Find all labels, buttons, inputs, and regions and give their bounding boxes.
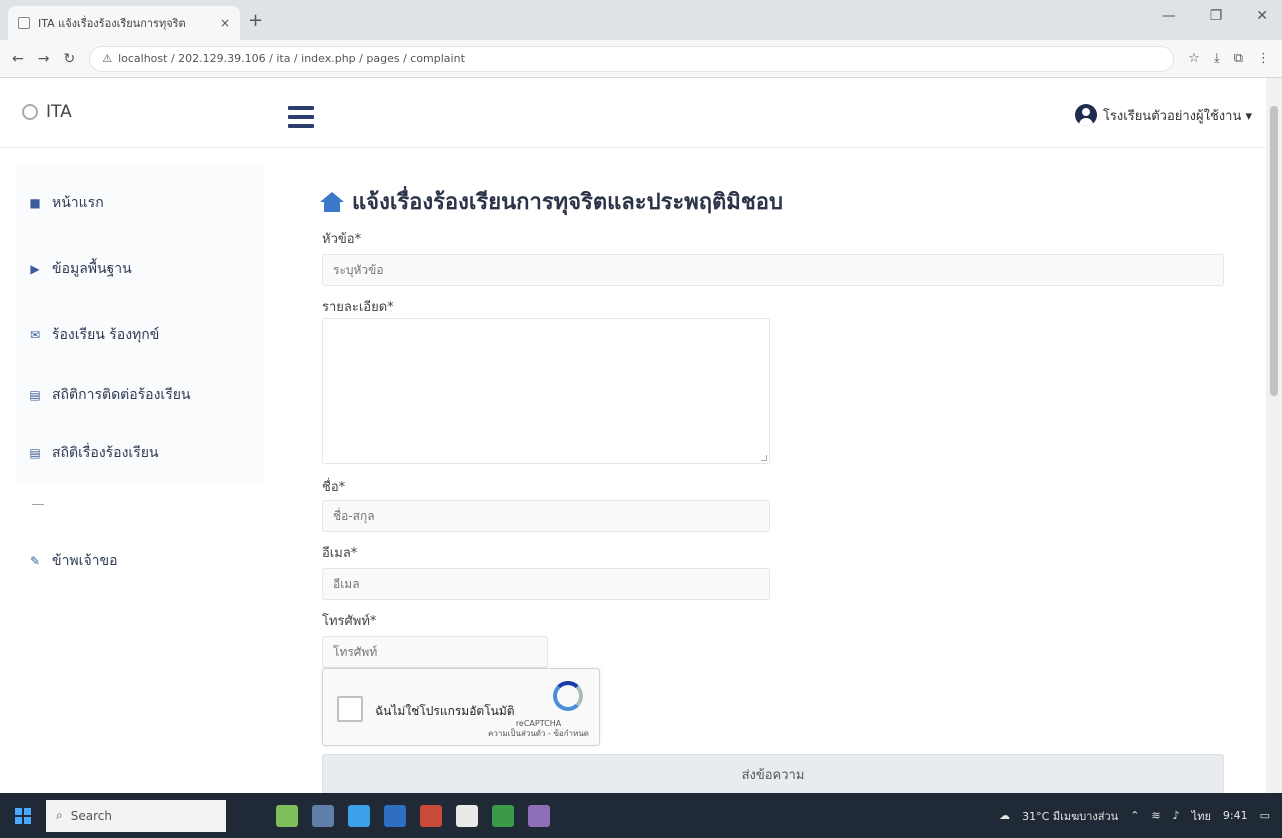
close-tab-icon[interactable]: ×	[220, 16, 230, 30]
clock[interactable]: 9:41	[1223, 809, 1248, 822]
taskbar-apps	[276, 804, 550, 827]
brand[interactable]: ITA	[22, 102, 72, 122]
sidebar-item-label: สถิติเรื่องร้องเรียน	[52, 445, 159, 461]
forward-icon[interactable]: →	[38, 51, 50, 67]
sidebar-item-complaint-stats[interactable]: ▤ สถิติเรื่องร้องเรียน	[28, 442, 159, 464]
subject-label: หัวข้อ*	[322, 232, 362, 247]
phone-input[interactable]	[322, 636, 548, 668]
chrome-browser-icon[interactable]	[456, 804, 478, 827]
file-explorer-icon[interactable]	[384, 804, 406, 827]
sidebar-item-complaints[interactable]: ✉ ร้องเรียน ร้องทุกข์	[28, 324, 159, 346]
taskbar-search[interactable]: ⌕ Search	[46, 799, 226, 832]
chart-icon: ▤	[29, 446, 41, 460]
folder-icon: ▶	[30, 262, 40, 276]
email-input[interactable]	[322, 568, 770, 600]
insecure-warning-icon[interactable]: ⚠	[102, 52, 112, 65]
sidebar-item-label: ข้าพเจ้าขอ	[52, 553, 118, 569]
email-label: อีเมล*	[322, 546, 358, 561]
user-name: โรงเรียนตัวอย่างผู้ใช้งาน ▾	[1102, 108, 1252, 124]
sidebar-divider	[32, 504, 44, 505]
detail-textarea[interactable]	[322, 318, 770, 464]
page-title-text: แจ้งเรื่องร้องเรียนการทุจริตและประพฤติมิ…	[352, 190, 783, 215]
reload-icon[interactable]: ↻	[63, 51, 75, 67]
main-content: แจ้งเรื่องร้องเรียนการทุจริตและประพฤติมิ…	[268, 148, 1266, 794]
volume-icon[interactable]: ♪	[1173, 809, 1180, 822]
edge-browser-icon[interactable]	[348, 804, 370, 827]
sidebar-toggle-hamburger-icon[interactable]	[288, 106, 314, 128]
sidebar-item-request[interactable]: ✎ ข้าพเจ้าขอ	[28, 550, 118, 572]
recaptcha-brand-name: reCAPTCHA	[515, 719, 562, 728]
weather-icon[interactable]: ☁	[999, 809, 1010, 822]
recaptcha-terms-link[interactable]: ความเป็นส่วนตัว - ข้อกำหนด	[488, 729, 589, 739]
sidebar-item-home[interactable]: ■ หน้าแรก	[28, 192, 104, 214]
system-tray: ☁ 31°C มีเมฆบางส่วน ⌃ ≋ ♪ ไทย 9:41 ▭	[999, 807, 1282, 825]
app-header: ITA โรงเรียนตัวอย่างผู้ใช้งาน ▾	[0, 78, 1266, 148]
bookmark-star-icon[interactable]: ☆	[1188, 51, 1200, 66]
scrollbar-thumb[interactable]	[1270, 106, 1278, 396]
home-icon	[320, 191, 344, 212]
download-icon[interactable]: ⤓	[1214, 51, 1220, 66]
chevron-up-icon[interactable]: ⌃	[1130, 809, 1139, 822]
user-menu[interactable]: โรงเรียนตัวอย่างผู้ใช้งาน ▾	[1074, 104, 1252, 126]
browser-tab[interactable]: ITA แจ้งเรื่องร้องเรียนการทุจริต ×	[8, 6, 240, 40]
resize-handle-icon[interactable]	[761, 455, 767, 461]
input-language[interactable]: ไทย	[1192, 807, 1211, 825]
wifi-icon[interactable]: ≋	[1151, 809, 1160, 822]
brand-name: ITA	[46, 102, 72, 122]
favicon-icon	[18, 17, 30, 29]
toolbar-actions: ☆ ⤓ ⧉ ⋮	[1188, 51, 1270, 66]
name-label: ชื่อ*	[322, 480, 346, 495]
chart-icon: ▤	[29, 388, 41, 402]
taskbar-search-placeholder: Search	[70, 808, 112, 823]
sidebar-item-label: ร้องเรียน ร้องทุกข์	[52, 327, 160, 343]
app-icon[interactable]	[528, 804, 550, 827]
widgets-icon[interactable]	[276, 804, 298, 827]
line-app-icon[interactable]	[492, 804, 514, 827]
home-icon: ■	[29, 196, 41, 210]
bullhorn-icon: ✉	[29, 328, 41, 342]
recaptcha-brand: reCAPTCHA ความเป็นส่วนตัว - ข้อกำหนด	[488, 719, 589, 740]
page-scrollbar[interactable]	[1266, 78, 1282, 793]
page-title: แจ้งเรื่องร้องเรียนการทุจริตและประพฤติมิ…	[320, 184, 783, 219]
address-url: localhost / 202.129.39.106 / ita / index…	[118, 52, 465, 65]
submit-button[interactable]: ส่งข้อความ	[322, 754, 1224, 794]
windows-logo-icon	[15, 807, 31, 824]
key-icon: ✎	[29, 554, 41, 568]
sidebar-item-label: สถิติการติดต่อร้องเรียน	[52, 387, 191, 403]
browser-menu-icon[interactable]: ⋮	[1257, 51, 1270, 66]
sidebar: ■ หน้าแรก ▶ ข้อมูลพื้นฐาน ✉ ร้องเรียน ร้…	[0, 148, 268, 793]
detail-label: รายละเอียด*	[322, 300, 394, 315]
recaptcha-widget: ฉันไม่ใช่โปรแกรมอัตโนมัติ reCAPTCHA ความ…	[322, 668, 600, 746]
window-controls: — ❐ ✕	[1162, 8, 1268, 24]
store-icon[interactable]	[420, 804, 442, 827]
tab-title: ITA แจ้งเรื่องร้องเรียนการทุจริต	[38, 17, 186, 30]
subject-input[interactable]	[322, 254, 1224, 286]
close-window-button[interactable]: ✕	[1256, 8, 1268, 24]
minimize-button[interactable]: —	[1162, 8, 1176, 24]
name-input[interactable]	[322, 500, 770, 532]
phone-label: โทรศัพท์*	[322, 614, 377, 629]
weather-text[interactable]: 31°C มีเมฆบางส่วน	[1022, 807, 1118, 825]
address-bar[interactable]: ⚠ localhost / 202.129.39.106 / ita / ind…	[89, 45, 1175, 72]
search-icon: ⌕	[56, 808, 63, 822]
task-view-icon[interactable]	[312, 804, 334, 827]
maximize-button[interactable]: ❐	[1210, 8, 1223, 24]
recaptcha-logo-icon	[553, 681, 583, 711]
sidebar-item-label: ข้อมูลพื้นฐาน	[52, 261, 132, 277]
sidebar-item-label: หน้าแรก	[52, 195, 104, 211]
sidebar-item-contact-stats[interactable]: ▤ สถิติการติดต่อร้องเรียน	[28, 384, 191, 406]
windows-taskbar: ⌕ Search ☁ 31°C มีเมฆบางส่วน ⌃ ≋ ♪ ไทย 9…	[0, 793, 1282, 838]
brand-logo-icon	[22, 104, 38, 120]
recaptcha-checkbox[interactable]	[337, 696, 363, 722]
user-avatar-icon	[1074, 104, 1097, 126]
sidebar-item-basic-info[interactable]: ▶ ข้อมูลพื้นฐาน	[28, 258, 132, 280]
browser-tab-bar: ITA แจ้งเรื่องร้องเรียนการทุจริต × + — ❐…	[0, 0, 1282, 40]
notifications-icon[interactable]: ▭	[1260, 809, 1270, 822]
back-icon[interactable]: ←	[12, 51, 24, 67]
split-screen-icon[interactable]: ⧉	[1234, 51, 1243, 66]
start-button[interactable]	[0, 793, 46, 838]
new-tab-button[interactable]: +	[248, 10, 263, 31]
browser-toolbar: ← → ↻ ⚠ localhost / 202.129.39.106 / ita…	[0, 40, 1282, 78]
